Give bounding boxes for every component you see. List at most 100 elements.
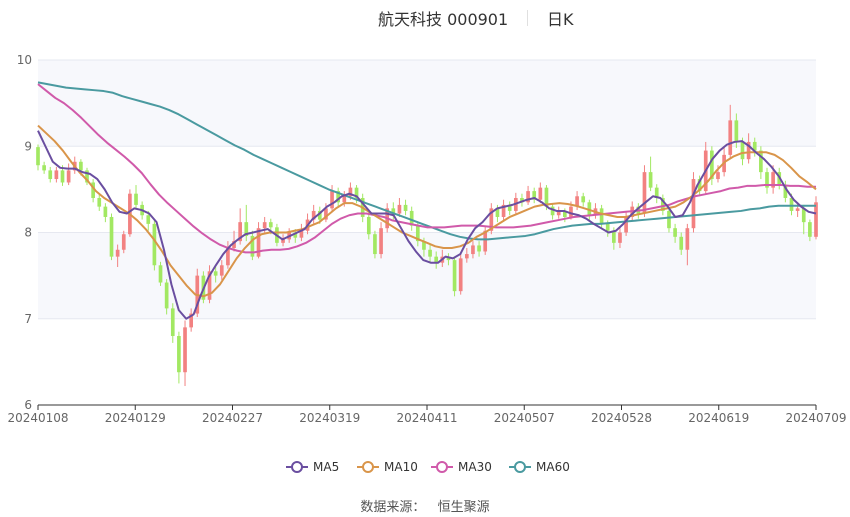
- x-tick-label: 20240528: [591, 411, 652, 425]
- candle-up: [379, 222, 383, 259]
- candle-body: [673, 228, 677, 237]
- candle-body: [728, 120, 733, 155]
- legend-label: MA5: [313, 460, 339, 474]
- candle-up: [624, 211, 628, 236]
- candle-down: [158, 261, 163, 286]
- candle-up: [501, 199, 506, 221]
- candle-body: [170, 308, 175, 336]
- candle-down: [403, 199, 408, 216]
- legend-item-ma30: MA30: [431, 460, 492, 474]
- candle-body: [667, 210, 671, 229]
- candle-up: [66, 163, 71, 186]
- candle-down: [581, 192, 586, 207]
- candle-body: [79, 161, 83, 171]
- legend-label: MA60: [536, 460, 570, 474]
- candle-body: [808, 222, 812, 237]
- candle-up: [556, 206, 561, 219]
- candle-down: [134, 185, 138, 209]
- candle-body: [538, 187, 543, 200]
- candle-down: [152, 220, 157, 271]
- candle-up: [691, 172, 696, 233]
- candle-down: [177, 331, 181, 384]
- legend-marker: [514, 461, 526, 473]
- candle-body: [36, 147, 40, 166]
- x-tick-label: 20240129: [105, 411, 166, 425]
- legend-marker: [436, 461, 448, 473]
- candle-body: [60, 170, 65, 183]
- candle-down: [452, 256, 457, 297]
- candle-body: [716, 172, 720, 180]
- candle-body: [177, 336, 181, 373]
- candle-body: [685, 228, 690, 250]
- y-axis-ticks: 6 7 8 9 10: [17, 53, 32, 412]
- source-footer: 数据来源： 恒生聚源: [0, 496, 850, 515]
- candle-body: [109, 216, 114, 257]
- candle-body: [103, 206, 108, 217]
- candle-body: [477, 245, 481, 252]
- legend-marker: [362, 461, 374, 473]
- candle-body: [134, 193, 138, 205]
- legend-label: MA10: [384, 460, 418, 474]
- candle-body: [464, 254, 469, 259]
- candle-body: [691, 179, 696, 229]
- candle-body: [379, 228, 383, 255]
- chart-container: 航天科技 000901 日K 6 7 8 9 10 20240108 20240129 20…: [0, 0, 850, 517]
- legend-item-ma10: MA10: [357, 460, 418, 474]
- y-tick-label: 10: [17, 53, 32, 67]
- candle-down: [550, 203, 555, 220]
- candle-body: [342, 196, 347, 203]
- candle-body: [452, 260, 457, 292]
- candle-body: [403, 204, 408, 211]
- candle-body: [330, 191, 334, 209]
- candle-body: [759, 150, 763, 173]
- candle-body: [115, 249, 120, 257]
- candle-body: [648, 172, 653, 188]
- candle-body: [428, 249, 432, 257]
- candle-body: [795, 208, 800, 211]
- candle-body: [618, 232, 622, 243]
- plot-band: [38, 60, 816, 147]
- candle-up: [458, 253, 463, 295]
- candle-body: [213, 271, 218, 276]
- candle-body: [471, 245, 475, 255]
- candle-body: [152, 223, 157, 266]
- candle-body: [814, 202, 818, 237]
- y-tick-label: 8: [24, 226, 32, 240]
- candle-body: [740, 141, 745, 160]
- candle-down: [759, 146, 763, 180]
- candle-down: [532, 187, 537, 204]
- candle-body: [679, 236, 684, 250]
- candle-down: [654, 184, 659, 204]
- candle-up: [183, 320, 187, 387]
- x-tick-label: 20240709: [785, 411, 846, 425]
- candle-down: [170, 303, 175, 343]
- candle-down: [97, 194, 102, 211]
- candle-body: [734, 120, 739, 142]
- legend-marker: [291, 461, 303, 473]
- candle-down: [648, 156, 653, 192]
- y-tick-label: 6: [24, 398, 32, 412]
- candle-body: [219, 265, 224, 276]
- candle-down: [103, 203, 108, 223]
- candle-down: [765, 167, 769, 194]
- candle-body: [366, 216, 371, 235]
- candle-body: [581, 196, 586, 203]
- candle-down: [36, 144, 40, 171]
- candle-body: [605, 223, 610, 231]
- x-tick-label: 20240227: [202, 411, 263, 425]
- candle-up: [256, 222, 261, 259]
- x-tick-label: 20240411: [396, 411, 457, 425]
- x-tick-label: 20240507: [494, 411, 555, 425]
- candle-body: [54, 170, 59, 180]
- candlestick-chart: 678910 20240108 20240129 20240227 20240319 2…: [7, 53, 847, 474]
- candle-body: [146, 215, 151, 224]
- x-tick-label: 20240319: [299, 411, 360, 425]
- candle-body: [164, 282, 169, 309]
- x-axis: 20240108 20240129 20240227 20240319 20240411…: [7, 404, 847, 425]
- candle-body: [48, 170, 53, 180]
- candle-body: [97, 198, 102, 207]
- candle-body: [373, 234, 377, 255]
- candle-body: [183, 327, 187, 373]
- candle-body: [458, 258, 463, 292]
- candle-body: [158, 265, 163, 283]
